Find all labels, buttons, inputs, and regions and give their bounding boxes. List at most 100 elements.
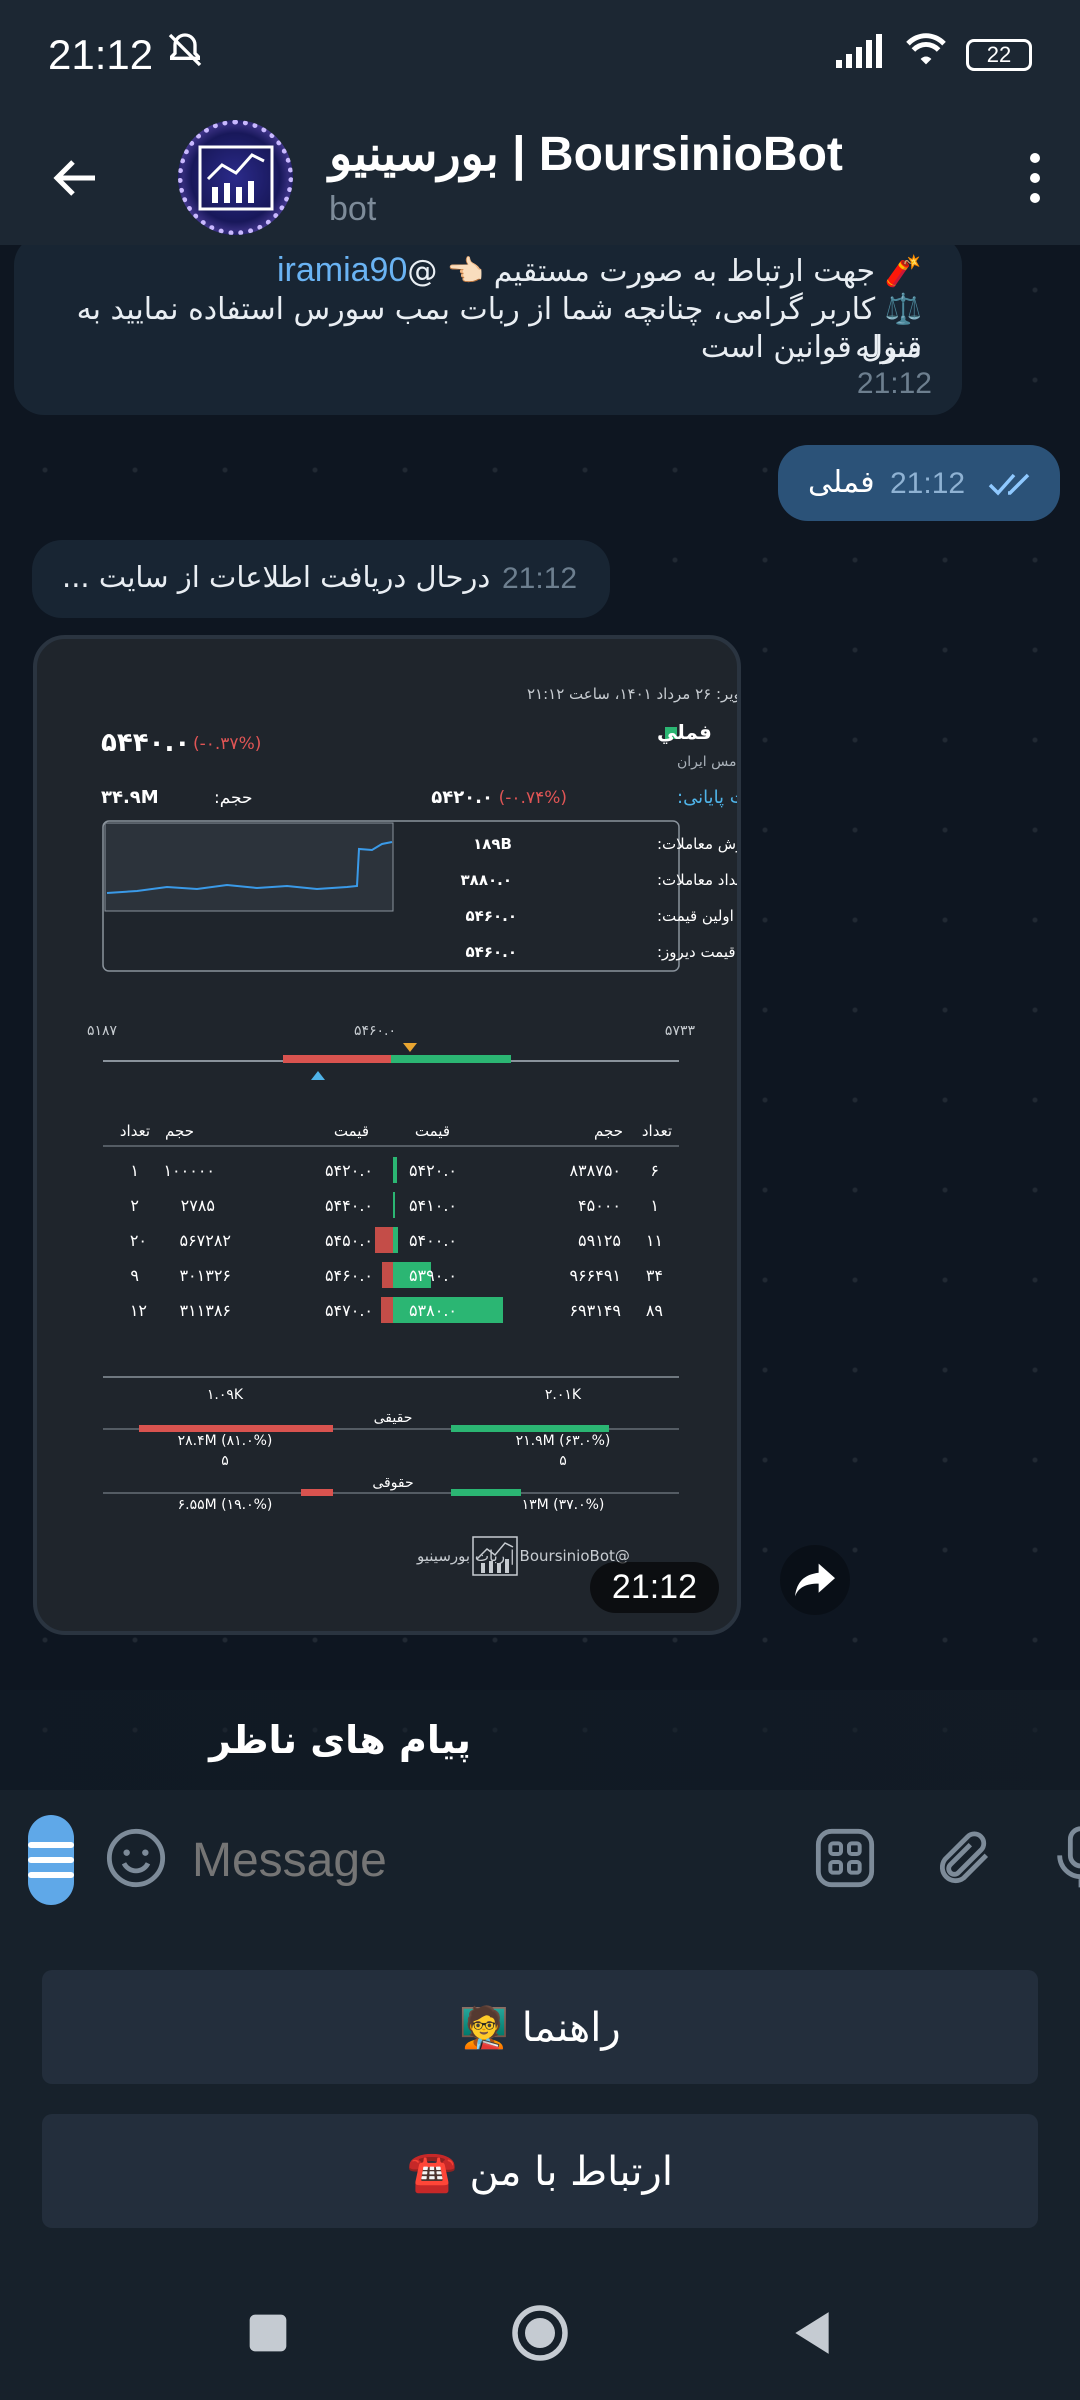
- status-time: 21:12: [48, 31, 154, 78]
- legal-buy-count: ۵: [559, 1453, 567, 1469]
- svg-text:۵۳۸۰.۰: ۵۳۸۰.۰: [409, 1301, 457, 1320]
- message-rules[interactable]: 🧨 جهت ارتباط به صورت مستقیم 👈🏻 @iramia90…: [14, 245, 962, 415]
- svg-text:۵۶۷۲۸۲: ۵۶۷۲۸۲: [179, 1231, 231, 1250]
- loading-text: درحال دریافت اطلاعات از سایت ...: [62, 560, 491, 594]
- arrow-left-icon: [53, 159, 95, 196]
- range-mid: ۵۴۶۰.۰: [354, 1023, 396, 1039]
- mention-link[interactable]: iramia90: [277, 251, 407, 289]
- stat-value: ۱۸۹B: [473, 835, 512, 853]
- svg-text:۱۲: ۱۲: [130, 1301, 147, 1320]
- svg-text:۲: ۲: [130, 1196, 139, 1215]
- share-arrow-icon: [795, 1563, 835, 1597]
- legal-sell-count: ۵: [221, 1453, 229, 1469]
- wifi-icon: [904, 32, 948, 78]
- svg-text:۶: ۶: [650, 1161, 659, 1180]
- svg-text:۵۴۷۰.۰: ۵۴۷۰.۰: [325, 1301, 373, 1320]
- query-text: فملی: [808, 465, 875, 500]
- chart-logo-icon: [198, 145, 273, 210]
- system-nav-bar: [0, 2270, 1080, 2400]
- message-input[interactable]: [192, 1832, 813, 1888]
- range-high: ۵۷۳۳: [665, 1023, 696, 1039]
- real-sell-vol: ۲۸.۴M (۸۱.۰%): [178, 1433, 273, 1449]
- battery-icon: 22: [966, 39, 1032, 71]
- message-time: 21:12: [502, 562, 578, 595]
- svg-text:۴۵۰۰۰: ۴۵۰۰۰: [578, 1196, 621, 1215]
- company-name: ملي صنايع مس ايران: [677, 754, 741, 770]
- bot-menu-button[interactable]: [28, 1815, 74, 1905]
- help-button[interactable]: راهنما 🧑‍🏫: [42, 1970, 1038, 2084]
- legal-sell-vol: ۶.۵۵M (۱۹.۰%): [178, 1497, 273, 1513]
- volume-label: حجم:: [214, 788, 253, 808]
- double-check-icon: [988, 471, 1038, 501]
- real-buy-vol: ۲۱.۹M (۶۳.۰%): [516, 1433, 611, 1449]
- recents-icon[interactable]: [246, 2311, 290, 2359]
- svg-text:۱: ۱: [650, 1196, 659, 1215]
- svg-text:۹: ۹: [130, 1266, 139, 1285]
- share-button[interactable]: [780, 1545, 850, 1615]
- capture-time: زمان ثبت تصویر: ۲۶ مرداد ۱۴۰۱، ساعت ۲۱:۱…: [527, 685, 741, 703]
- stat-label: ارزش معاملات:: [657, 835, 741, 853]
- close-price-label: قیمت پایانی:: [677, 787, 741, 808]
- stat-value: ۵۴۶۰.۰: [466, 943, 517, 961]
- more-options-button[interactable]: [990, 110, 1080, 245]
- mute-icon: [165, 30, 205, 80]
- message-time: 21:12: [890, 467, 966, 500]
- svg-text:۲۰: ۲۰: [130, 1231, 147, 1250]
- close-price: ۵۴۲۰.۰: [431, 787, 493, 808]
- market-image-card[interactable]: زمان ثبت تصویر: ۲۶ مرداد ۱۴۰۱، ساعت ۲۱:۱…: [33, 635, 741, 1635]
- svg-text:۸۳۸۷۵۰: ۸۳۸۷۵۰: [569, 1161, 621, 1180]
- svg-text:۵۴۴۰.۰: ۵۴۴۰.۰: [325, 1196, 373, 1215]
- svg-text:قیمت: قیمت: [334, 1122, 369, 1140]
- range-low: ۵۱۸۷: [87, 1023, 118, 1039]
- svg-text:۵۴۵۰.۰: ۵۴۵۰.۰: [325, 1231, 373, 1250]
- stat-value: ۵۴۶۰.۰: [466, 907, 517, 925]
- svg-text:۲۷۸۵: ۲۷۸۵: [181, 1196, 215, 1215]
- svg-text:۹۶۶۴۹۱: ۹۶۶۴۹۱: [569, 1266, 621, 1285]
- svg-text:۵۴۶۰.۰: ۵۴۶۰.۰: [325, 1266, 373, 1285]
- last-change: (-۰.۳۷%): [193, 734, 261, 754]
- real-label: حقیقی: [374, 1410, 413, 1426]
- chat-area[interactable]: 🧨 جهت ارتباط به صورت مستقیم 👈🏻 @iramia90…: [0, 245, 1080, 1790]
- back-button[interactable]: [0, 110, 150, 245]
- svg-text:۳۱۱۳۸۶: ۳۱۱۳۸۶: [179, 1301, 231, 1320]
- rules-line3: قبول قوانین است: [700, 330, 922, 365]
- message-loading[interactable]: 21:12 درحال دریافت اطلاعات از سایت ...: [32, 540, 610, 618]
- legal-buy-vol: ۱۳M (۳۷.۰%): [522, 1497, 605, 1513]
- orderbook-header: تعداد حجم قیمت قیمت حجم تعداد: [120, 1122, 672, 1140]
- attach-icon[interactable]: [933, 1826, 997, 1894]
- svg-text:۱۰۰۰۰۰: ۱۰۰۰۰۰: [163, 1161, 215, 1180]
- bot-commands-icon[interactable]: [813, 1826, 877, 1894]
- image-time: 21:12: [589, 1562, 719, 1613]
- svg-text:۵۹۱۲۵: ۵۹۱۲۵: [578, 1231, 621, 1250]
- observer-messages-label[interactable]: پیام های ناظر: [0, 1690, 1080, 1790]
- real-buy-count: ۲.۰۱K: [545, 1387, 582, 1403]
- svg-text:۶۹۳۱۴۹: ۶۹۳۱۴۹: [569, 1301, 621, 1320]
- stat-value: ۳۸۸۰.۰: [461, 871, 512, 889]
- svg-text:۵۳۹۰.۰: ۵۳۹۰.۰: [409, 1266, 457, 1285]
- microphone-icon[interactable]: [1053, 1826, 1080, 1894]
- emoji-icon[interactable]: [104, 1826, 168, 1894]
- home-icon[interactable]: [510, 2303, 570, 2367]
- message-time: 21:12: [856, 367, 932, 400]
- symbol-name: فملي: [657, 720, 712, 745]
- svg-text:۵۴۲۰.۰: ۵۴۲۰.۰: [325, 1161, 373, 1180]
- legal-label: حقوقی: [372, 1475, 413, 1491]
- bot-keyboard: راهنما 🧑‍🏫 ارتباط با من ☎️: [0, 1930, 1080, 2270]
- chat-title[interactable]: بورسینیو | BoursinioBot: [329, 126, 843, 182]
- bot-avatar[interactable]: [178, 120, 293, 235]
- chat-header: بورسینیو | BoursinioBot bot: [0, 110, 1080, 245]
- svg-text:۱: ۱: [130, 1161, 139, 1180]
- back-nav-icon[interactable]: [790, 2308, 834, 2362]
- status-bar: 21:12 22: [0, 0, 1080, 110]
- last-price: ۵۴۴۰.۰: [101, 728, 190, 758]
- svg-text:۸۹: ۸۹: [646, 1301, 663, 1320]
- svg-text:۱۱: ۱۱: [646, 1231, 663, 1250]
- market-snapshot: زمان ثبت تصویر: ۲۶ مرداد ۱۴۰۱، ساعت ۲۱:۱…: [87, 685, 741, 1576]
- svg-text:۵۴۱۰.۰: ۵۴۱۰.۰: [409, 1196, 457, 1215]
- svg-text:حجم: حجم: [594, 1122, 623, 1140]
- chat-subtitle: bot: [329, 190, 377, 228]
- stat-label: قیمت دیروز:: [657, 943, 736, 961]
- contact-button[interactable]: ارتباط با من ☎️: [42, 2114, 1038, 2228]
- svg-text:۵۴۲۰.۰: ۵۴۲۰.۰: [409, 1161, 457, 1180]
- message-user-query[interactable]: فملی 21:12: [778, 445, 1060, 521]
